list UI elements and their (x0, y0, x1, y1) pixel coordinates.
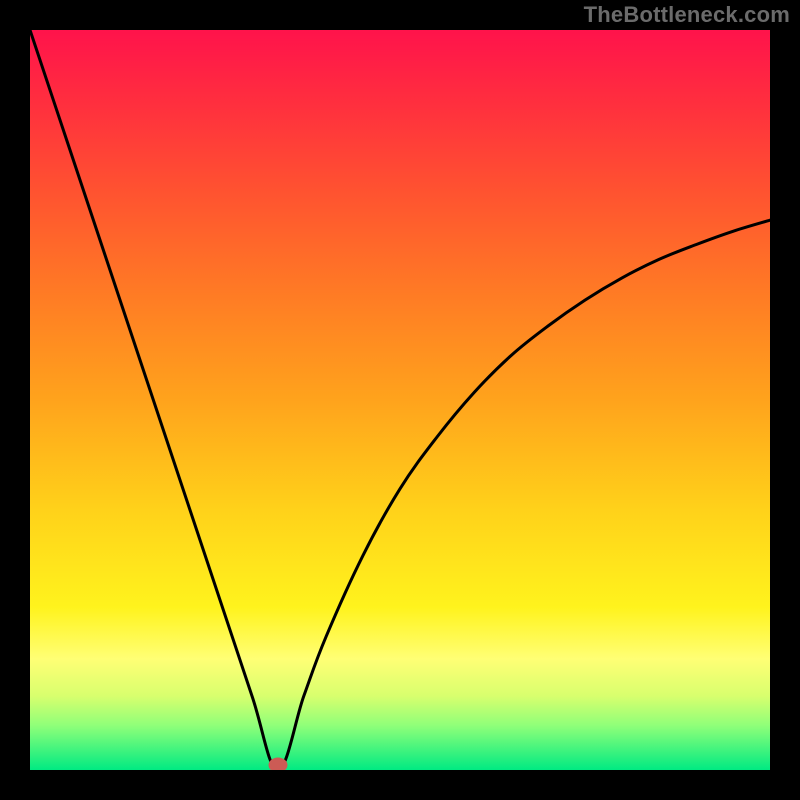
bottleneck-curve (30, 30, 770, 770)
chart-frame: TheBottleneck.com (0, 0, 800, 800)
plot-area (30, 30, 770, 770)
optimal-marker-icon (269, 758, 288, 771)
watermark-text: TheBottleneck.com (584, 2, 790, 28)
